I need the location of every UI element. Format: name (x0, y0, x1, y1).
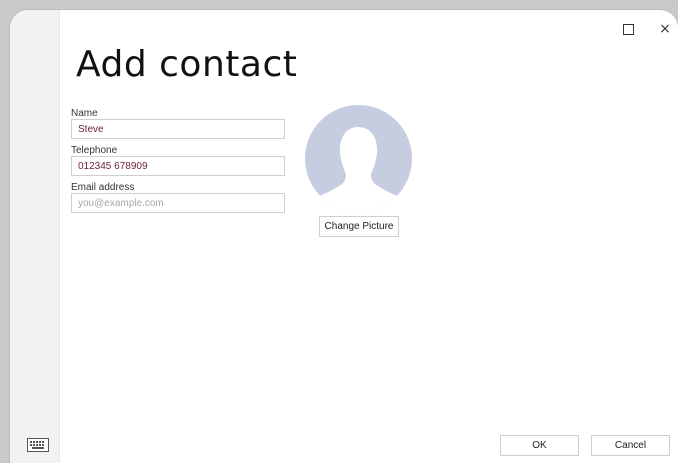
maximize-button[interactable] (613, 18, 643, 40)
left-sidebar-strip (10, 10, 60, 463)
cancel-button[interactable]: Cancel (591, 435, 670, 456)
ok-button[interactable]: OK (500, 435, 579, 456)
close-icon: × (659, 21, 671, 37)
name-input[interactable] (71, 119, 285, 139)
email-label: Email address (71, 182, 135, 193)
email-input[interactable] (71, 193, 285, 213)
keyboard-icon[interactable] (27, 438, 49, 452)
page-title: Add contact (76, 44, 298, 85)
person-silhouette-icon (305, 127, 412, 212)
add-contact-window: × Add contact Name Telephone Email addre… (10, 10, 678, 463)
telephone-input[interactable] (71, 156, 285, 176)
close-button[interactable]: × (650, 18, 678, 40)
telephone-label: Telephone (71, 145, 118, 156)
contact-avatar (305, 105, 412, 212)
name-label: Name (71, 108, 98, 119)
change-picture-button[interactable]: Change Picture (319, 216, 399, 237)
maximize-icon (622, 23, 634, 35)
